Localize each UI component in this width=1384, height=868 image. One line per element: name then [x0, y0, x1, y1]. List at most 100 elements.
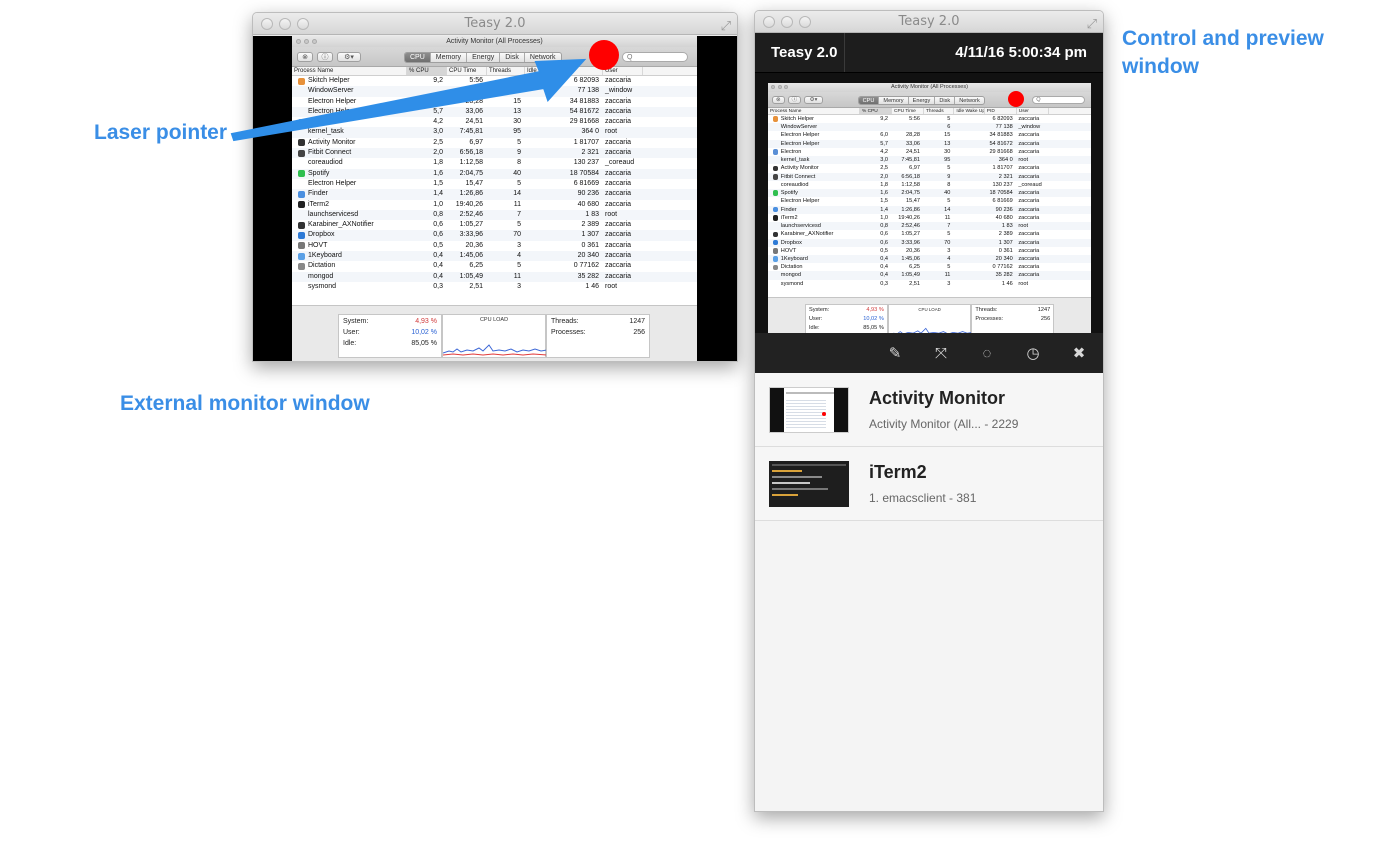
am-stop-button[interactable]: ⊗ [772, 95, 785, 104]
control-header: Teasy 2.0 4/11/16 5:00:34 pm [755, 33, 1103, 73]
timer-icon[interactable]: ◷ [1025, 344, 1041, 362]
table-row[interactable]: Spotify 1,6 2:04,75 40 18 70584 zaccaria [768, 189, 1091, 198]
table-row[interactable]: launchservicesd 0,8 2:52,46 7 1 83 root [768, 222, 1091, 231]
am-title: Activity Monitor (All Processes) [890, 84, 969, 90]
cpu-load-label: CPU LOAD [918, 306, 941, 312]
table-row[interactable]: Electron Helper 6,0 28,28 15 34 81883 za… [768, 131, 1091, 139]
pid-value: 2 389 [998, 231, 1013, 238]
threads-value: 3 [947, 280, 951, 287]
zoom-window-button[interactable] [799, 16, 811, 28]
idle-value [954, 271, 984, 279]
pid-value: 1 81707 [992, 165, 1013, 172]
am-tab-network[interactable]: Network [955, 97, 984, 104]
control-window-titlebar[interactable]: Teasy 2.0 ⤢ [755, 11, 1103, 33]
table-row[interactable]: 1Keyboard 0,4 1:45,06 4 20 340 zaccaria [768, 254, 1091, 264]
table-row[interactable]: Skitch Helper 9,2 5:56 5 6 82093 zaccari… [768, 115, 1091, 123]
table-row[interactable]: Electron 4,2 24,51 30 29 81668 zaccaria [768, 148, 1091, 156]
user-value: _coreaud [1018, 181, 1042, 188]
threads-value: 4 [947, 255, 951, 262]
gear-icon[interactable]: ⚙▾ [804, 95, 824, 104]
cpu-value: 0,8 [880, 223, 888, 230]
close-window-button[interactable] [763, 16, 775, 28]
pid-value: 1 83 [1001, 223, 1013, 230]
table-row[interactable]: Finder 1,4 1:26,86 14 90 236 zaccaria [768, 205, 1091, 214]
column-header[interactable]: CPU Time [892, 107, 924, 114]
threads-value: 95 [944, 157, 951, 164]
close-icon[interactable]: ✖ [1071, 344, 1087, 362]
cpu-value: 0,3 [880, 280, 888, 287]
am-tab-energy[interactable]: Energy [909, 96, 936, 104]
control-preview-window[interactable]: Teasy 2.0 ⤢ Teasy 2.0 4/11/16 5:00:34 pm… [754, 10, 1104, 812]
cpu-value: 9,2 [880, 115, 888, 122]
column-header[interactable]: Idle Wake Ups [954, 107, 985, 114]
process-name: launchservicesd [780, 223, 821, 230]
pid-value: 364 0 [998, 157, 1013, 164]
table-row[interactable]: WindowServer 6 77 138 _window [768, 123, 1091, 132]
table-row[interactable]: Electron Helper 1,5 15,47 5 6 81669 zacc… [768, 197, 1091, 205]
table-row[interactable]: coreaudiod 1,8 1:12,58 8 130 237 _coreau… [768, 181, 1091, 189]
cpu-time-value: 2:04,75 [901, 190, 920, 197]
cpu-time-value: 15,47 [906, 198, 920, 205]
user-value: zaccaria [1018, 264, 1040, 271]
cpu-value: 0,4 [880, 255, 888, 262]
list-item-activity-monitor[interactable]: Activity Monitor Activity Monitor (All..… [755, 373, 1103, 447]
table-row[interactable]: iTerm2 1,0 19:40,26 11 40 680 zaccaria [768, 214, 1091, 222]
am-close-button[interactable] [771, 85, 776, 90]
table-row[interactable]: Karabiner_AXNotifier 0,6 1:05,27 5 2 389… [768, 230, 1091, 238]
user-value: zaccaria [1018, 214, 1040, 221]
am-tab-cpu[interactable]: CPU [858, 96, 880, 104]
column-header[interactable]: User [1017, 107, 1049, 114]
cpu-value [860, 123, 892, 131]
processes-label: Processes: [975, 316, 1004, 323]
app-icon [772, 206, 779, 213]
table-row[interactable]: sysmond 0,3 2,51 3 1 46 root [768, 280, 1091, 288]
app-icon [772, 264, 779, 271]
minimize-window-button[interactable] [781, 16, 793, 28]
expand-icon[interactable]: ⤧ [933, 345, 949, 362]
table-row[interactable]: Fitbit Connect 2,0 6:56,18 9 2 321 zacca… [768, 172, 1091, 181]
idle-value [954, 181, 984, 189]
cpu-time-value: 1:05,49 [901, 272, 920, 279]
process-name: Karabiner_AXNotifier [780, 231, 834, 238]
idle-value [954, 222, 984, 230]
pid-value: 20 340 [995, 255, 1013, 262]
spinner-icon[interactable]: ◌ [979, 345, 995, 362]
threads-value: 11 [944, 214, 951, 221]
am-tab-memory[interactable]: Memory [879, 96, 909, 104]
table-row[interactable]: kernel_task 3,0 7:45,81 95 364 0 root [768, 156, 1091, 165]
am-titlebar: Activity Monitor (All Processes) [768, 83, 1091, 92]
eyedropper-icon[interactable]: ✎ [887, 344, 903, 362]
table-row[interactable]: Dictation 0,4 6,25 5 0 77162 zaccaria [768, 263, 1091, 271]
cpu-value: 0,6 [880, 239, 888, 246]
list-item-iterm2[interactable]: iTerm2 1. emacsclient - 381 [755, 447, 1103, 521]
user-value: zaccaria [1018, 132, 1040, 139]
am-zoom-button[interactable] [783, 85, 788, 90]
column-header[interactable]: % CPU [860, 107, 892, 114]
process-name: 1Keyboard [780, 255, 808, 262]
threads-value: 40 [944, 190, 951, 197]
column-header[interactable]: Process Name [768, 107, 860, 114]
table-row[interactable]: Dropbox 0,6 3:33,96 70 1 307 zaccaria [768, 238, 1091, 247]
process-name: Activity Monitor [780, 165, 819, 172]
search-input[interactable]: Q [1032, 95, 1085, 104]
threads-value: 11 [944, 272, 951, 279]
app-icon [772, 116, 779, 122]
table-row[interactable]: HOVT 0,5 20,36 3 0 361 zaccaria [768, 247, 1091, 255]
threads-value: 7 [947, 223, 951, 230]
table-row[interactable]: Electron Helper 5,7 33,06 13 54 81672 za… [768, 139, 1091, 148]
column-header[interactable]: PID [985, 107, 1017, 114]
user-value: root [1018, 280, 1029, 287]
am-minimize-button[interactable] [777, 85, 782, 90]
process-name: WindowServer [780, 124, 818, 131]
user-value: zaccaria [1018, 190, 1040, 197]
idle-value [954, 115, 984, 123]
column-header[interactable]: Threads [924, 107, 955, 114]
am-tab-disk[interactable]: Disk [935, 96, 956, 104]
cpu-value: 0,5 [880, 247, 888, 254]
am-info-button[interactable]: ⓘ [788, 95, 801, 104]
am-toolbar: ⊗ ⓘ ⚙▾ CPU Memory Energy Disk Network Q [768, 91, 1091, 108]
table-row[interactable]: Activity Monitor 2,5 6,97 5 1 81707 zacc… [768, 164, 1091, 172]
cpu-time-value: 20,36 [906, 247, 920, 254]
table-row[interactable]: mongod 0,4 1:05,49 11 35 282 zaccaria [768, 271, 1091, 280]
activity-monitor-preview[interactable]: Activity Monitor (All Processes) ⊗ ⓘ ⚙▾ … [768, 83, 1091, 343]
